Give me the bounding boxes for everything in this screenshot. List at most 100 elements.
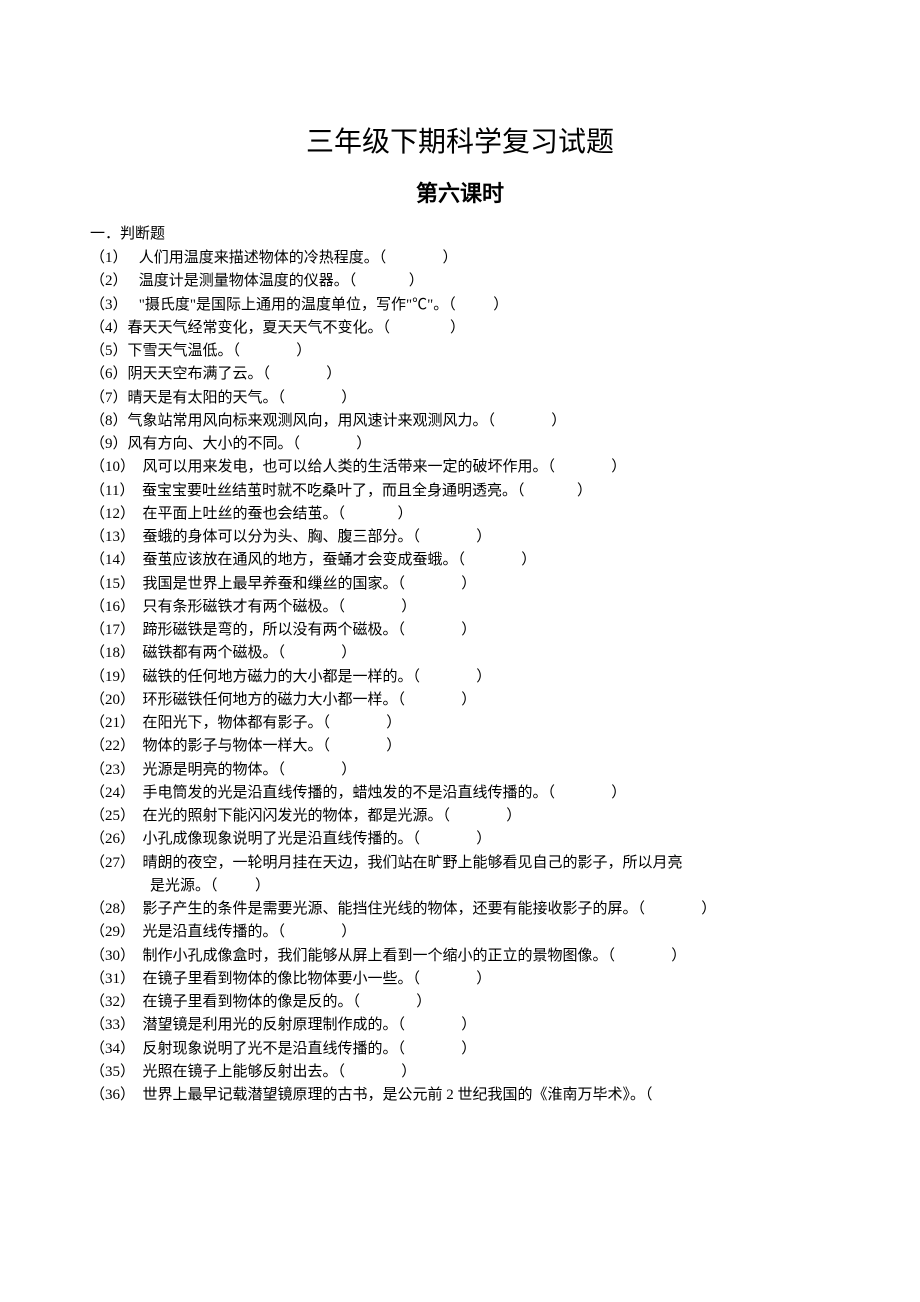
question-item: （19） 磁铁的任何地方磁力的大小都是一样的。（ ） [90,666,830,689]
item-number: （23） [90,762,135,778]
item-number: （7） [90,390,128,406]
item-number: （34） [90,1041,135,1057]
item-gap [134,483,142,499]
item-gap [135,529,143,545]
item-text: 蚕茧应该放在通风的地方，蚕蛹才会变成蚕蛾。 [143,552,458,568]
answer-blank: （ ） [379,250,458,266]
item-number: （2） [90,273,128,289]
answer-blank: （ ） [293,436,372,452]
item-text: 光是沿直线传播的。 [143,924,278,940]
item-number: （16） [90,599,135,615]
item-number: （17） [90,622,135,638]
answer-blank: （ ） [210,878,270,894]
answer-blank: （ ） [413,529,492,545]
question-item: （27） 晴朗的夜空，一轮明月挂在天边，我们站在旷野上能够看见自己的影子，所以月… [90,852,830,875]
item-text: 在阳光下，物体都有影子。 [143,715,323,731]
item-text: 只有条形磁铁才有两个磁极。 [143,599,338,615]
item-gap [135,715,143,731]
question-item: （3） "摄氏度"是国际上通用的温度单位，写作"℃"。（ ） [90,294,830,317]
question-item: （1） 人们用温度来描述物体的冷热程度。（ ） [90,247,830,270]
item-text: 阴天天空布满了云。 [128,366,263,382]
item-gap [135,459,143,475]
item-gap [135,971,143,987]
item-text: 磁铁的任何地方磁力的大小都是一样的。 [143,669,413,685]
item-text: 气象站常用风向标来观测风向，用风速计来观测风力。 [128,413,488,429]
item-number: （6） [90,366,128,382]
item-text: 世界上最早记载潜望镜原理的古书，是公元前 2 世纪我国的《淮南万毕术》。 [143,1087,646,1103]
question-item: （5）下雪天气温低。（ ） [90,340,830,363]
question-item: （8）气象站常用风向标来观测风向，用风速计来观测风力。（ ） [90,410,830,433]
item-text: 我国是世界上最早养蚕和缫丝的国家。 [143,576,398,592]
question-item: （23） 光源是明亮的物体。（ ） [90,759,830,782]
item-text: 手电筒发的光是沿直线传播的，蜡烛发的不是沿直线传播的。 [143,785,548,801]
question-item: （32） 在镜子里看到物体的像是反的。（ ） [90,991,830,1014]
item-number: （22） [90,738,135,754]
item-number: （20） [90,692,135,708]
item-text: 蹄形磁铁是弯的，所以没有两个磁极。 [143,622,398,638]
item-number: （11） [90,483,134,499]
question-item: （34） 反射现象说明了光不是沿直线传播的。（ ） [90,1038,830,1061]
question-item: （11） 蚕宝宝要吐丝结茧时就不吃桑叶了，而且全身通明透亮。（ ） [90,480,830,503]
answer-blank: （ ） [398,576,477,592]
item-text: 制作小孔成像盒时，我们能够从屏上看到一个缩小的正立的景物图像。 [143,948,608,964]
answer-blank: （ ） [443,808,522,824]
question-item: （9）风有方向、大小的不同。（ ） [90,433,830,456]
item-gap [135,506,143,522]
section-header: 一．判断题 [90,222,830,243]
item-number: （15） [90,576,135,592]
answer-blank: （ ） [488,413,567,429]
item-number: （29） [90,924,135,940]
item-gap [135,738,143,754]
item-number: （30） [90,948,135,964]
item-text: 温度计是测量物体温度的仪器。 [139,273,349,289]
item-text: 晴天是有太阳的天气。 [128,390,278,406]
item-text: "摄氏度"是国际上通用的温度单位，写作"℃"。 [139,297,449,313]
item-number: （4） [90,320,128,336]
answer-blank: （ ） [548,459,627,475]
item-number: （27） [90,855,135,871]
item-number: （28） [90,901,135,917]
item-gap [135,762,143,778]
item-text: 小孔成像现象说明了光是沿直线传播的。 [143,831,413,847]
answer-blank: （ [645,1087,653,1103]
answer-blank: （ ） [638,901,717,917]
item-text: 在光的照射下能闪闪发光的物体，都是光源。 [143,808,443,824]
item-gap [135,576,143,592]
item-number: （21） [90,715,135,731]
item-text: 潜望镜是利用光的反射原理制作成的。 [143,1017,398,1033]
question-item: （20） 环形磁铁任何地方的磁力大小都一样。（ ） [90,689,830,712]
item-number: （26） [90,831,135,847]
question-item: （4）春天天气经常变化，夏天天气不变化。（ ） [90,317,830,340]
answer-blank: （ ） [413,669,492,685]
question-item: （25） 在光的照射下能闪闪发光的物体，都是光源。（ ） [90,805,830,828]
answer-blank: （ ） [278,762,357,778]
page-subtitle: 第六课时 [90,176,830,208]
item-gap [135,831,143,847]
item-text: 在平面上吐丝的蚕也会结茧。 [143,506,338,522]
question-item: （10） 风可以用来发电，也可以给人类的生活带来一定的破坏作用。（ ） [90,456,830,479]
item-gap [135,855,143,871]
answer-blank: （ ） [608,948,687,964]
item-text: 风有方向、大小的不同。 [128,436,293,452]
item-text: 蚕宝宝要吐丝结茧时就不吃桑叶了，而且全身通明透亮。 [142,483,517,499]
item-text: 反射现象说明了光不是沿直线传播的。 [143,1041,398,1057]
item-gap [135,692,143,708]
answer-blank: （ ） [263,366,342,382]
question-item: （15） 我国是世界上最早养蚕和缫丝的国家。（ ） [90,573,830,596]
item-text: 下雪天气温低。 [128,343,233,359]
item-text: 晴朗的夜空，一轮明月挂在天边，我们站在旷野上能够看见自己的影子，所以月亮 [143,855,683,871]
answer-blank: （ ） [278,390,357,406]
answer-blank: （ ） [398,622,477,638]
item-text: 春天天气经常变化，夏天天气不变化。 [128,320,383,336]
item-number: （18） [90,645,135,661]
question-item: （17） 蹄形磁铁是弯的，所以没有两个磁极。（ ） [90,619,830,642]
item-gap [135,645,143,661]
answer-blank: （ ） [323,738,402,754]
item-number: （1） [90,250,128,266]
question-item: （24） 手电筒发的光是沿直线传播的，蜡烛发的不是沿直线传播的。（ ） [90,782,830,805]
item-number: （31） [90,971,135,987]
answer-blank: （ ） [458,552,537,568]
item-text: 在镜子里看到物体的像是反的。 [143,994,353,1010]
item-text: 在镜子里看到物体的像比物体要小一些。 [143,971,413,987]
item-gap [128,297,139,313]
